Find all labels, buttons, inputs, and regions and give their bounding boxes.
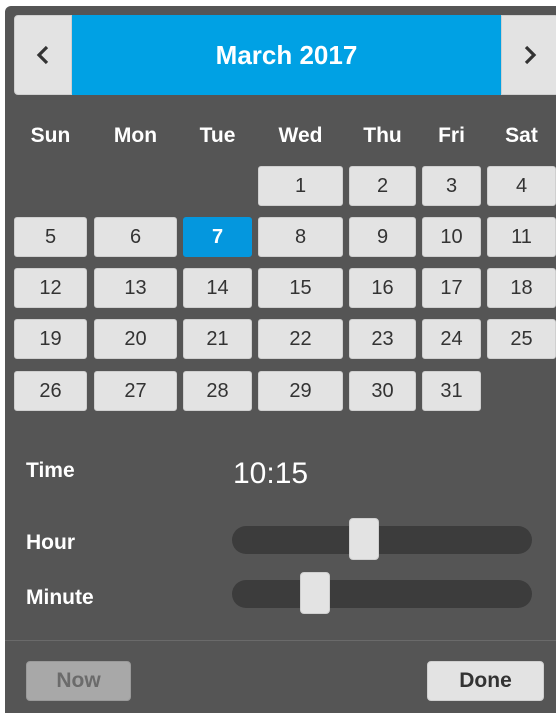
day-cell[interactable]: 29 <box>258 371 343 411</box>
hour-slider-handle[interactable] <box>349 518 380 560</box>
dayname-sat: Sat <box>505 124 538 147</box>
day-names-row: Sun Mon Tue Wed Thu Fri Sat <box>5 116 556 156</box>
divider <box>5 640 556 641</box>
minute-slider-handle[interactable] <box>299 572 330 614</box>
now-button[interactable]: Now <box>26 661 131 701</box>
dayname-fri: Fri <box>438 124 465 147</box>
dayname-wed: Wed <box>278 124 323 147</box>
chevron-right-icon <box>524 45 537 65</box>
day-cell[interactable]: 12 <box>14 268 87 308</box>
day-cell[interactable]: 30 <box>349 371 416 411</box>
day-cell[interactable]: 16 <box>349 268 416 308</box>
day-cell[interactable]: 24 <box>422 319 481 359</box>
day-cell[interactable]: 11 <box>487 217 556 257</box>
dayname-tue: Tue <box>199 124 236 147</box>
datetime-picker: March 2017 Sun Mon Tue Wed Thu Fri Sat 1234567… <box>5 6 556 713</box>
dayname-sun: Sun <box>30 124 71 147</box>
day-cell[interactable]: 5 <box>14 217 87 257</box>
hour-label: Hour <box>26 531 75 554</box>
day-cell[interactable]: 7 <box>183 217 252 257</box>
done-button[interactable]: Done <box>427 661 544 701</box>
day-cell[interactable]: 6 <box>94 217 177 257</box>
day-cell[interactable]: 17 <box>422 268 481 308</box>
day-cell[interactable]: 25 <box>487 319 556 359</box>
day-cell[interactable]: 9 <box>349 217 416 257</box>
day-cell[interactable]: 20 <box>94 319 177 359</box>
chevron-left-icon <box>36 45 49 65</box>
minute-label: Minute <box>26 586 94 609</box>
month-year-title[interactable]: March 2017 <box>72 15 501 95</box>
time-value: 10:15 <box>233 457 309 490</box>
day-cell[interactable]: 13 <box>94 268 177 308</box>
day-cell[interactable]: 31 <box>422 371 481 411</box>
day-cell[interactable]: 22 <box>258 319 343 359</box>
day-cell[interactable]: 15 <box>258 268 343 308</box>
hour-slider[interactable] <box>232 518 532 560</box>
prev-month-button[interactable] <box>14 15 72 95</box>
calendar-header: March 2017 <box>14 15 556 95</box>
day-cell[interactable]: 28 <box>183 371 252 411</box>
day-cell[interactable]: 18 <box>487 268 556 308</box>
day-cell[interactable]: 19 <box>14 319 87 359</box>
day-cell[interactable]: 8 <box>258 217 343 257</box>
day-cell[interactable]: 26 <box>14 371 87 411</box>
day-cell[interactable]: 2 <box>349 166 416 206</box>
day-cell[interactable]: 3 <box>422 166 481 206</box>
day-cell[interactable]: 4 <box>487 166 556 206</box>
day-cell[interactable]: 14 <box>183 268 252 308</box>
day-cell[interactable]: 1 <box>258 166 343 206</box>
day-cell[interactable]: 10 <box>422 217 481 257</box>
dayname-thu: Thu <box>363 124 402 147</box>
dayname-mon: Mon <box>113 124 158 147</box>
day-cell[interactable]: 21 <box>183 319 252 359</box>
day-cell[interactable]: 23 <box>349 319 416 359</box>
next-month-button[interactable] <box>501 15 556 95</box>
day-cell[interactable]: 27 <box>94 371 177 411</box>
time-label: Time <box>26 459 75 482</box>
minute-slider[interactable] <box>232 572 532 614</box>
